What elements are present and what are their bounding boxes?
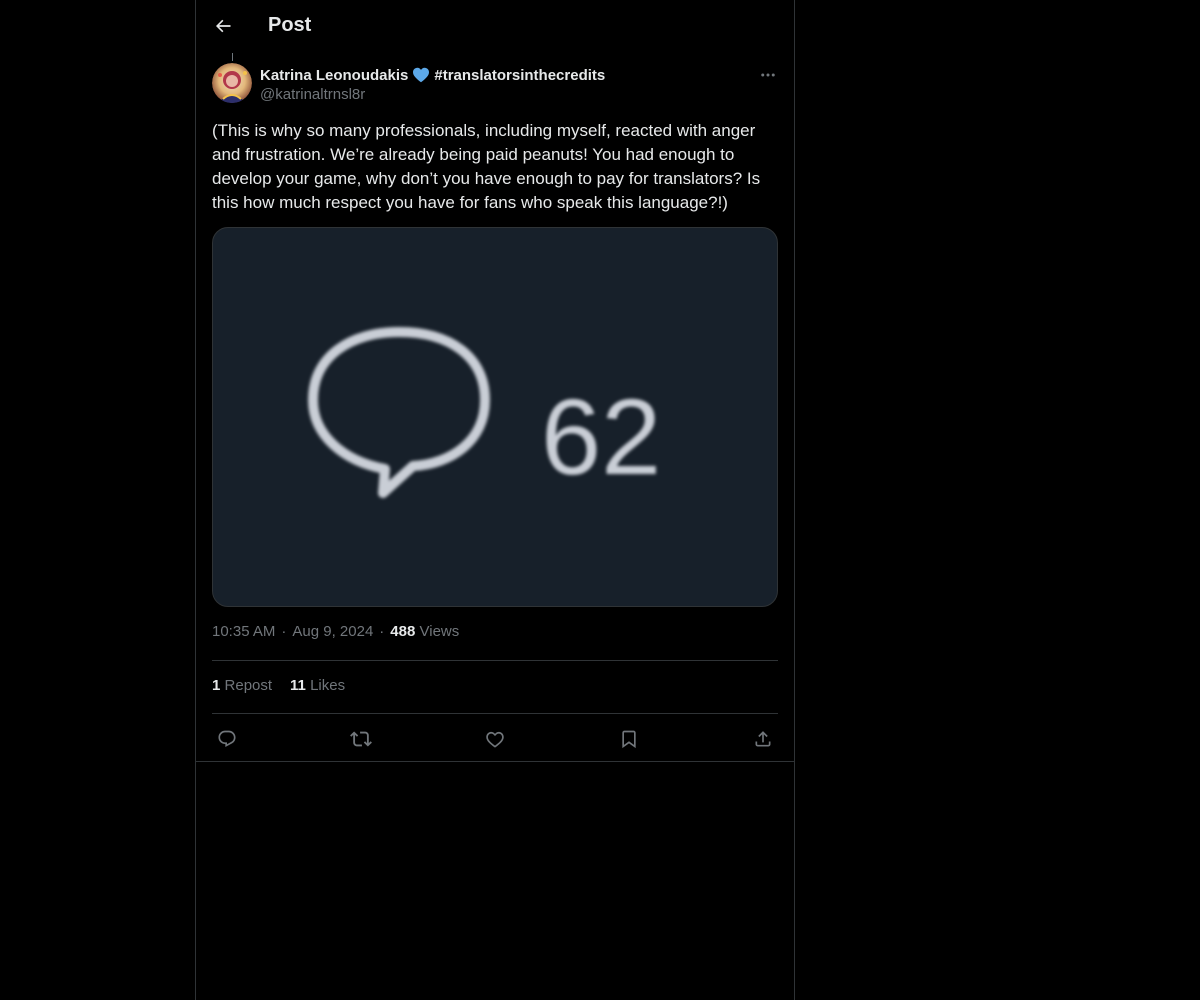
avatar[interactable] xyxy=(212,63,252,103)
divider xyxy=(212,660,778,661)
media-graphic: 62 xyxy=(308,327,661,498)
post-metadata: 10:35 AM · Aug 9, 2024 · 488 Views xyxy=(212,623,459,640)
post-text: (This is why so many professionals, incl… xyxy=(212,121,765,212)
post-date[interactable]: Aug 9, 2024 xyxy=(292,623,373,640)
author-handle[interactable]: @katrinaltrnsl8r xyxy=(260,86,365,103)
post-detail-column: Post Katrina Leonoudakis #translatorsint… xyxy=(195,0,795,1000)
share-button[interactable] xyxy=(748,724,778,754)
repost-icon xyxy=(350,731,372,747)
heart-icon xyxy=(486,731,504,748)
page-title: Post xyxy=(268,14,312,36)
thread-connector-line xyxy=(232,53,233,61)
back-button[interactable] xyxy=(210,13,236,39)
comment-count: 62 xyxy=(541,376,661,497)
speech-bubble-icon xyxy=(308,327,490,498)
separator-dot: · xyxy=(379,623,385,640)
likes-count: 11 xyxy=(290,677,306,694)
share-icon xyxy=(755,731,771,747)
bookmark-icon xyxy=(622,730,636,749)
separator-dot: · xyxy=(281,623,287,640)
action-bar xyxy=(212,724,778,754)
blue-heart-emoji-icon xyxy=(413,67,430,83)
post-media-image[interactable]: 62 xyxy=(212,227,778,607)
arrow-left-icon xyxy=(216,19,231,33)
engagement-stats: 1 Repost 11 Likes xyxy=(212,677,363,694)
divider xyxy=(212,713,778,714)
likes-label: Likes xyxy=(310,677,346,694)
bookmark-button[interactable] xyxy=(614,724,644,754)
reply-icon xyxy=(218,730,236,748)
views-count: 488 xyxy=(390,623,416,640)
author-hashtag: #translatorsinthecredits xyxy=(434,66,606,84)
page-header: Post xyxy=(196,0,794,53)
reposts-label: Repost xyxy=(224,677,273,694)
more-options-button[interactable] xyxy=(758,65,778,85)
author-line: Katrina Leonoudakis #translatorsinthecre… xyxy=(260,65,605,85)
author-name[interactable]: Katrina Leonoudakis xyxy=(260,67,408,84)
repost-button[interactable] xyxy=(346,724,376,754)
like-button[interactable] xyxy=(480,724,510,754)
avatar-image xyxy=(212,63,252,103)
views-label: Views xyxy=(419,623,460,640)
reposts-count: 1 xyxy=(212,677,221,694)
reposts-stat[interactable]: 1 Repost xyxy=(212,677,272,694)
reply-button[interactable] xyxy=(212,724,242,754)
likes-stat[interactable]: 11 Likes xyxy=(290,677,345,694)
more-horizontal-icon xyxy=(761,73,775,77)
post-bottom-divider xyxy=(196,761,794,762)
post-time[interactable]: 10:35 AM xyxy=(212,623,275,640)
